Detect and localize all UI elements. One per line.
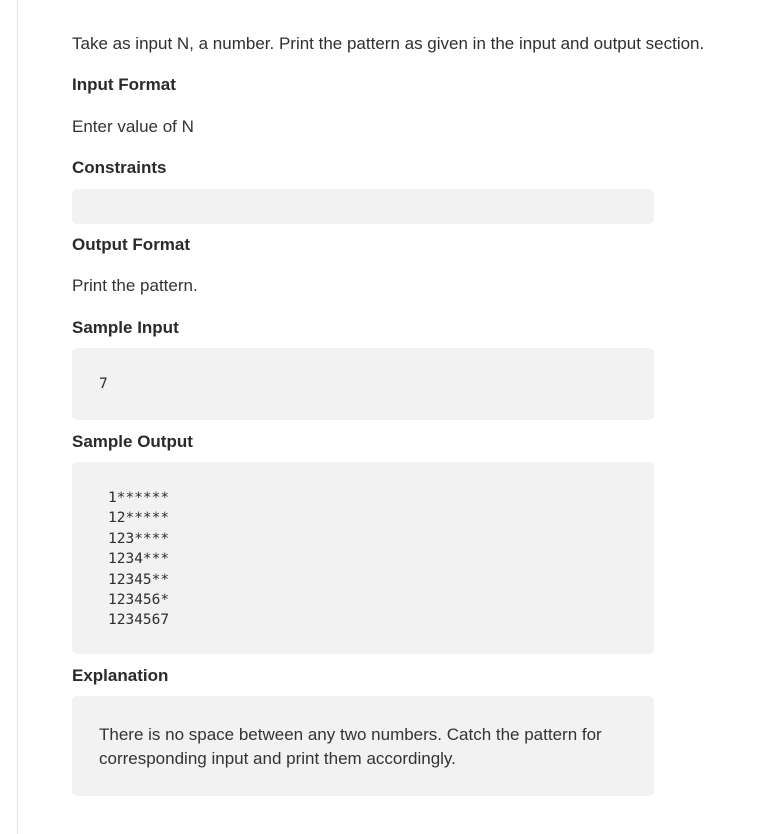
pattern-line: 12***** xyxy=(108,510,170,527)
sample-output-box: 1****** 12***** 123**** 1234*** 12345** … xyxy=(72,462,654,654)
sample-input-heading: Sample Input xyxy=(72,318,179,337)
sample-input-box: 7 xyxy=(72,348,654,420)
sample-output-heading: Sample Output xyxy=(72,432,193,451)
left-border xyxy=(17,0,18,834)
sample-output-pattern: 1****** 12***** 123**** 1234*** 12345** … xyxy=(108,488,169,631)
pattern-line: 1234*** xyxy=(108,551,170,568)
input-format-text: Enter value of N xyxy=(72,117,194,136)
sample-input-value: 7 xyxy=(99,376,108,392)
explanation-heading: Explanation xyxy=(72,666,169,685)
output-format-text: Print the pattern. xyxy=(72,276,198,295)
pattern-line: 123456* xyxy=(108,592,170,609)
pattern-line: 12345** xyxy=(108,571,170,588)
explanation-box: There is no space between any two number… xyxy=(72,696,654,796)
pattern-line: 123**** xyxy=(108,530,170,547)
problem-description: Take as input N, a number. Print the pat… xyxy=(72,34,705,53)
pattern-line: 1****** xyxy=(108,490,170,506)
explanation-text: There is no space between any two number… xyxy=(99,725,602,768)
constraints-heading: Constraints xyxy=(72,158,167,177)
output-format-heading: Output Format xyxy=(72,235,191,254)
constraints-box xyxy=(72,189,654,224)
input-format-heading: Input Format xyxy=(72,75,176,94)
pattern-line: 1234567 xyxy=(108,612,170,629)
